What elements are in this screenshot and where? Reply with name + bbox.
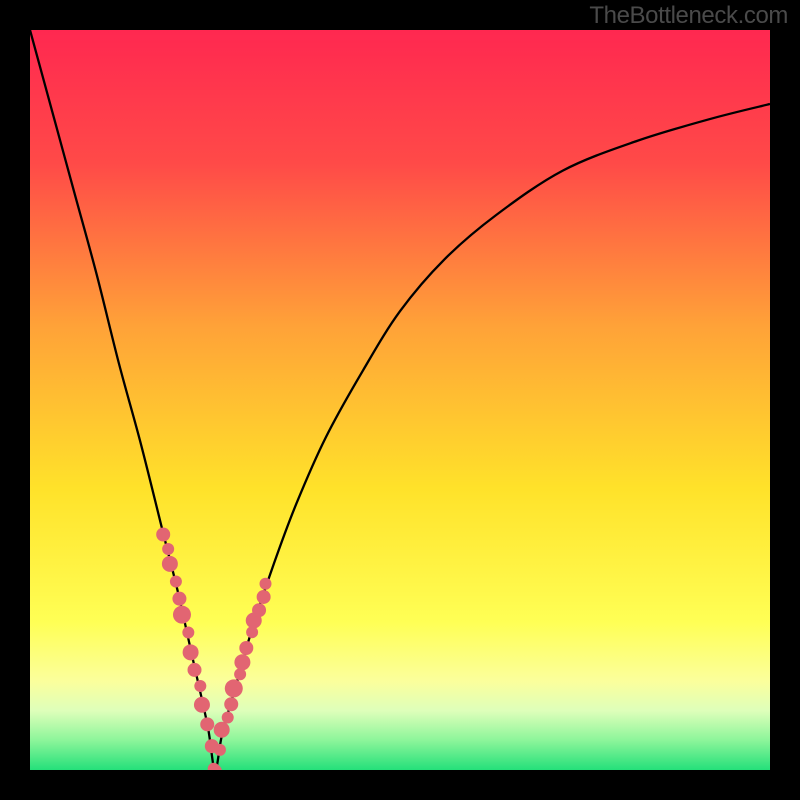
- beads-left: [156, 528, 220, 771]
- beads-right: [208, 578, 272, 770]
- curve-layer: [30, 30, 770, 770]
- chart-frame: TheBottleneck.com: [0, 0, 800, 800]
- bottleneck-curve: [30, 30, 770, 770]
- watermark-label: TheBottleneck.com: [589, 2, 788, 30]
- plot-area: [30, 30, 770, 770]
